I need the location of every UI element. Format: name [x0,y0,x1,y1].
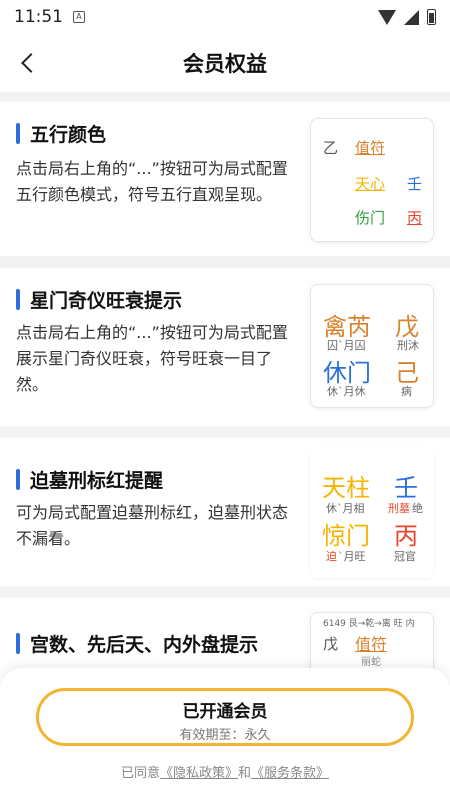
demo-stem: 壬 [394,474,418,502]
demo-stem-2-state: 病 [401,385,412,398]
card-description: 可为局式配置迫墓刑标红，迫墓刑状态不漏看。 [16,503,289,548]
signal-icon [404,9,419,25]
demo-info-line: 6149 艮→乾→离 旺 内 [323,619,415,629]
membership-bottom-sheet: 已开通会员 有效期至：永久 已同意《隐私政策》和《服务条款》 [0,668,450,800]
demo-stem: 乙 [323,139,339,157]
wuxing-demo-panel: 乙 值符 天心 壬 伤门 丙 [310,118,434,242]
feature-card-wangshuai: 星门奇仪旺衰提示 点击局右上角的“...”按钮可为局式配置展示星门奇仪旺衰，符号… [0,268,450,426]
demo-star: 天心 [355,175,386,193]
demo-stem-state-red: 刑墓 [388,502,410,515]
divider [0,586,450,598]
demo-stem-state: 绝 [412,502,423,515]
back-arrow-icon[interactable] [16,51,40,75]
card-title: 五行颜色 [16,120,106,147]
demo-zhifu: 值符 [355,139,386,157]
card-title: 宫数、先后天、内外盘提示 [16,630,258,657]
demo-zhifu: 值符 [355,635,388,654]
demo-star: 天柱 [322,474,370,502]
divider [0,426,450,438]
title-accent-bar [16,289,20,310]
demo-star-state: 囚`月囚 [327,339,366,352]
pomuxing-demo-panel: 天柱 休`月相 壬 刑墓 绝 惊门 迫 `月旺 丙 冠官 [310,448,434,578]
status-time: 11:51 [14,7,63,27]
privacy-policy-link[interactable]: 《隐私政策》 [160,766,238,781]
demo-door-state-red: 迫 [326,550,337,563]
wifi-icon [378,9,396,25]
demo-door: 伤门 [355,209,386,227]
app-header: 会员权益 [0,34,450,92]
battery-icon [427,9,436,25]
title-accent-bar [16,123,20,144]
feature-card-pomuxing: 迫墓刑标红提醒 可为局式配置迫墓刑标红，迫墓刑状态不漏看。 天柱 休`月相 壬 … [0,438,450,586]
demo-door-state: 休`月休 [327,385,366,398]
title-accent-bar [16,469,20,490]
divider [0,256,450,268]
demo-stem: 戊 [323,635,339,653]
demo-star-state: 休`月相 [326,502,365,515]
agreement-text: 已同意《隐私政策》和《服务条款》 [120,766,330,781]
feature-card-wuxing: 五行颜色 点击局右上角的“...”按钮可为局式配置五行颜色模式，符号五行直观呈现… [0,102,450,256]
demo-stem-2-state: 冠官 [394,550,416,563]
page-title: 会员权益 [183,52,267,76]
notification-a-icon: A [73,11,85,23]
membership-status-button[interactable]: 已开通会员 有效期至：永久 [36,688,414,746]
card-description: 点击局右上角的“...”按钮可为局式配置展示星门奇仪旺衰，符号旺衰一目了然。 [16,323,288,394]
card-description: 点击局右上角的“...”按钮可为局式配置五行颜色模式，符号五行直观呈现。 [16,159,288,204]
demo-door: 惊门 [322,522,370,550]
wangshuai-demo-panel: 禽芮 囚`月囚 戊 刑沐 休门 休`月休 己 病 [310,284,434,408]
membership-expiry-label: 有效期至：永久 [179,728,271,743]
demo-stem-2: 丙 [394,522,418,550]
demo-stem-state: 刑沐 [397,339,419,352]
terms-of-service-link[interactable]: 《服务条款》 [251,766,329,781]
demo-stem-water: 壬 [407,175,423,193]
card-title: 迫墓刑标红提醒 [16,466,163,493]
membership-status-label: 已开通会员 [182,702,268,722]
demo-deity: 丽蛇 [361,657,381,668]
divider [0,92,450,102]
demo-stem-fire: 丙 [407,209,423,227]
card-title: 星门奇仪旺衰提示 [16,286,182,313]
title-accent-bar [16,633,20,654]
demo-door-state: `月旺 [338,550,366,563]
status-bar: 11:51 A [0,0,450,34]
